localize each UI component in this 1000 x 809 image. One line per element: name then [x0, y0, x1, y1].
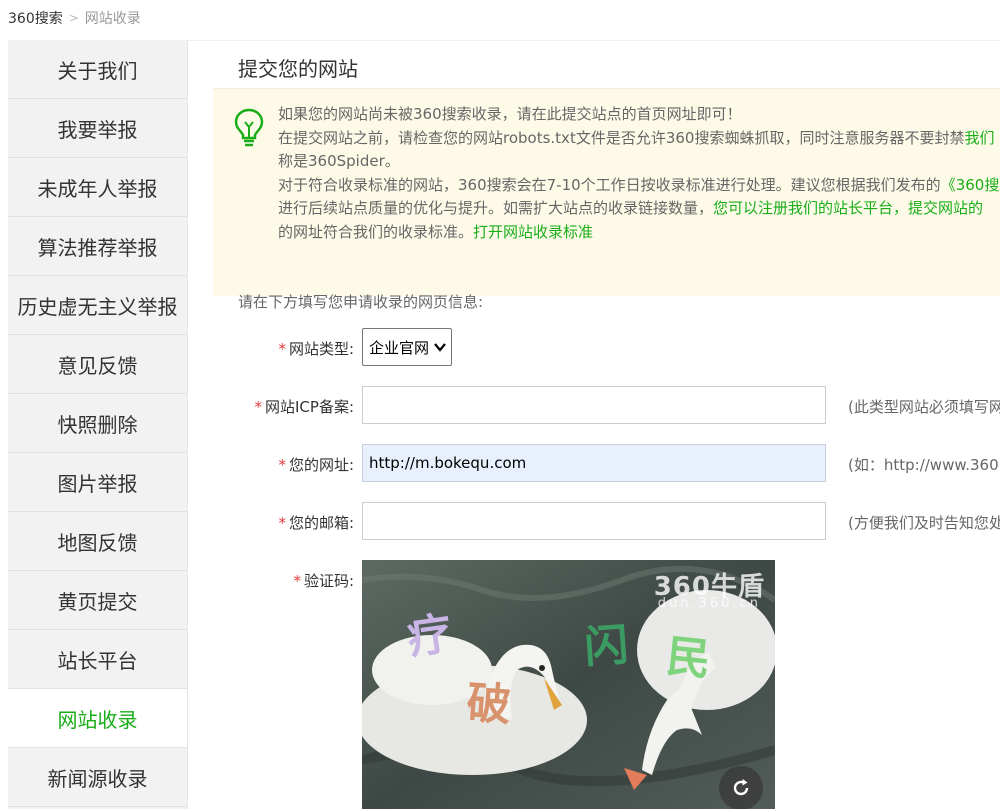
notice-line: 在提交网站之前，请检查您的网站robots.txt文件是否允许360搜索蜘蛛抓取… — [278, 128, 995, 147]
sidebar-item-map-feedback[interactable]: 地图反馈 — [8, 512, 187, 571]
sidebar-item-about[interactable]: 关于我们 — [8, 40, 187, 99]
url-hint: (如：http://www.360.cn — [848, 456, 1000, 474]
notice-text: 如果您的网站尚未被360搜索收录，请在此提交站点的首页网址即可！ 在提交网站之前… — [278, 103, 1000, 244]
chevron-right-icon: > — [68, 11, 79, 25]
sidebar-item-report[interactable]: 我要举报 — [8, 99, 187, 158]
sidebar-item-webmaster[interactable]: 站长平台 — [8, 630, 187, 689]
refresh-icon — [733, 779, 749, 796]
site-type-label: * 网站类型: — [278, 340, 354, 358]
icp-hint: (此类型网站必须填写网 — [848, 398, 1000, 416]
email-input[interactable] — [362, 502, 826, 540]
captcha-char: 破 — [464, 677, 513, 732]
site-type-select[interactable]: 企业官网 — [362, 328, 452, 366]
url-label: * 您的网址: — [278, 456, 354, 474]
icp-label: * 网站ICP备案: — [254, 398, 355, 416]
breadcrumb: 360搜索 > 网站收录 — [8, 8, 141, 28]
sidebar-item-site-submit[interactable]: 网站收录 — [8, 689, 187, 748]
main-content: 提交您的网站 如果您的网站尚未被360搜索收录，请在此提交站点的首页网址即可！ … — [188, 40, 1000, 809]
chevron-down-icon — [434, 343, 446, 352]
notice-box: 如果您的网站尚未被360搜索收录，请在此提交站点的首页网址即可！ 在提交网站之前… — [213, 88, 1000, 296]
open-standard-link[interactable]: 打开网站收录标准 — [473, 223, 593, 241]
breadcrumb-root[interactable]: 360搜索 — [8, 8, 63, 28]
breadcrumb-current: 网站收录 — [84, 11, 141, 27]
lightbulb-icon — [234, 108, 264, 147]
url-input[interactable]: http://m.bokequ.com — [362, 444, 826, 482]
webmaster-link[interactable]: 您可以注册我们的站长平台，提交网站的 — [713, 199, 983, 217]
captcha-brand: 360牛盾 dun.360.cn — [653, 572, 765, 611]
sidebar-item-algorithm-report[interactable]: 算法推荐举报 — [8, 217, 187, 276]
captcha-image[interactable]: 360牛盾 dun.360.cn 疗 破 闪 民 — [362, 560, 775, 809]
sidebar-item-snapshot-delete[interactable]: 快照删除 — [8, 394, 187, 453]
sidebar-item-image-report[interactable]: 图片举报 — [8, 453, 187, 512]
icp-input[interactable] — [362, 386, 826, 424]
notice-line: 如果您的网站尚未被360搜索收录，请在此提交站点的首页网址即可！ — [278, 105, 742, 123]
notice-line: 进行后续站点质量的优化与提升。如需扩大站点的收录链接数量，您可以注册我们的站长平… — [278, 199, 984, 217]
captcha-char: 疗 — [404, 608, 455, 665]
notice-link[interactable]: 我们 — [964, 129, 994, 147]
notice-line: 对于符合收录标准的网站，360搜索会在7-10个工作日按收录标准进行处理。建议您… — [278, 175, 1000, 194]
sidebar-item-history-report[interactable]: 历史虚无主义举报 — [8, 276, 187, 335]
sidebar-item-feedback[interactable]: 意见反馈 — [8, 335, 187, 394]
captcha-char: 民 — [663, 630, 714, 687]
notice-line: 称是360Spider。 — [278, 152, 400, 170]
sidebar-item-yellowpage[interactable]: 黄页提交 — [8, 571, 187, 630]
sidebar: 关于我们 我要举报 未成年人举报 算法推荐举报 历史虚无主义举报 意见反馈 快照… — [8, 40, 188, 809]
sidebar-item-minor-report[interactable]: 未成年人举报 — [8, 158, 187, 217]
captcha-char: 闪 — [582, 619, 631, 674]
refresh-captcha-button[interactable] — [719, 766, 763, 809]
form-intro: 请在下方填写您申请收录的网页信息: — [238, 293, 484, 311]
email-label: * 您的邮箱: — [278, 514, 354, 532]
guideline-link[interactable]: 《360搜 — [941, 176, 1000, 194]
captcha-label: * 验证码: — [293, 572, 354, 590]
sidebar-item-news-submit[interactable]: 新闻源收录 — [8, 748, 187, 807]
page-title: 提交您的网站 — [238, 57, 358, 81]
notice-line: 的网址符合我们的收录标准。打开网站收录标准 — [278, 222, 594, 241]
email-hint: (方便我们及时告知您处 — [848, 514, 1000, 532]
